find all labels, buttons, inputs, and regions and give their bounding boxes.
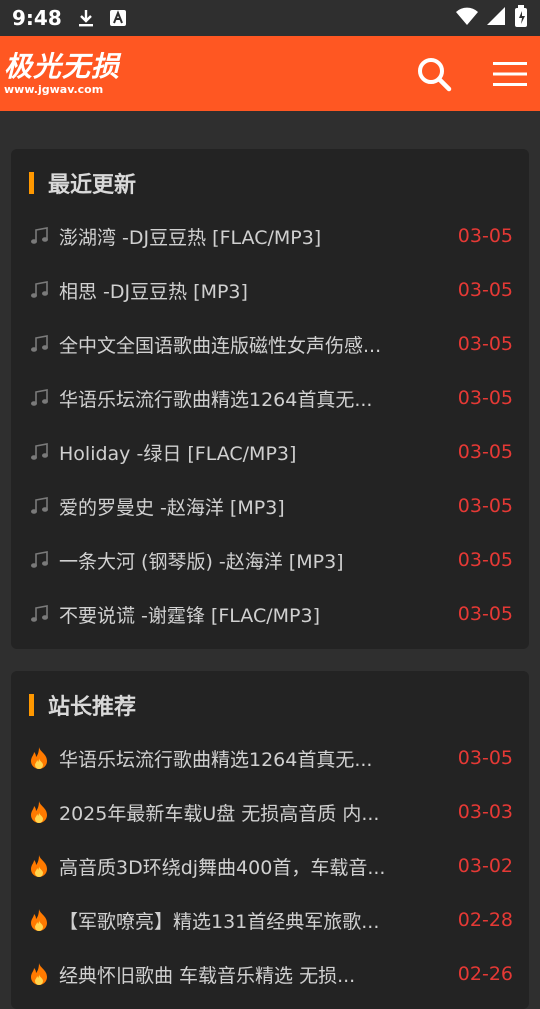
list-item[interactable]: 一条大河 (钢琴版) -赵海洋 [MP3] 03-05: [29, 533, 513, 587]
music-note-icon: [29, 226, 53, 246]
item-date: 03-05: [457, 279, 513, 301]
recent-list: 澎湖湾 -DJ豆豆热 [FLAC/MP3] 03-05 相思 -DJ豆豆热 [MP…: [29, 209, 513, 641]
item-date: 03-05: [457, 603, 513, 625]
item-title: 不要说谎 -谢霆锋 [FLAC/MP3]: [59, 604, 320, 627]
recommend-list: 华语乐坛流行歌曲精选1264首真无... 03-05 2025年最新车载U盘 无损…: [29, 731, 513, 1001]
music-note-icon: [29, 388, 53, 408]
logo-title: 极光无损: [4, 49, 121, 83]
music-note-icon: [29, 604, 53, 624]
fire-icon: [29, 800, 53, 824]
signal-icon: [486, 6, 506, 31]
list-item[interactable]: 【军歌嘹亮】精选131首经典军旅歌... 02-28: [29, 893, 513, 947]
item-date: 03-05: [457, 333, 513, 355]
item-title: 爱的罗曼史 -赵海洋 [MP3]: [59, 496, 285, 519]
site-logo[interactable]: 极光无损 www.jgwav.com: [4, 49, 121, 96]
item-date: 03-05: [457, 495, 513, 517]
list-item[interactable]: 不要说谎 -谢霆锋 [FLAC/MP3] 03-05: [29, 587, 513, 641]
item-title: 澎湖湾 -DJ豆豆热 [FLAC/MP3]: [59, 226, 322, 249]
music-note-icon: [29, 334, 53, 354]
list-item[interactable]: 澎湖湾 -DJ豆豆热 [FLAC/MP3] 03-05: [29, 209, 513, 263]
music-note-icon: [29, 280, 53, 300]
section-title-text: 最近更新: [48, 173, 137, 198]
item-title: 相思 -DJ豆豆热 [MP3]: [59, 280, 248, 303]
list-item[interactable]: 经典怀旧歌曲 车载音乐精选 无损... 02-26: [29, 947, 513, 1001]
font-a-icon: [108, 8, 128, 28]
music-note-icon: [29, 496, 53, 516]
section-accent-bar: [29, 172, 34, 194]
item-title: 2025年最新车载U盘 无损高音质 内...: [59, 802, 380, 825]
search-icon[interactable]: [416, 56, 452, 92]
main-content: 最近更新 澎湖湾 -DJ豆豆热 [FLAC/MP3] 03-05 相思 -DJ豆豆…: [0, 111, 540, 1009]
section-title: 最近更新: [29, 163, 513, 203]
item-title: 华语乐坛流行歌曲精选1264首真无...: [59, 748, 373, 771]
item-title: 华语乐坛流行歌曲精选1264首真无...: [59, 388, 373, 411]
list-item[interactable]: 爱的罗曼史 -赵海洋 [MP3] 03-05: [29, 479, 513, 533]
list-item[interactable]: 全中文全国语歌曲连版磁性女声伤感... 03-05: [29, 317, 513, 371]
download-icon: [76, 8, 96, 28]
section-title-text: 站长推荐: [48, 695, 137, 720]
list-item[interactable]: 2025年最新车载U盘 无损高音质 内... 03-03: [29, 785, 513, 839]
fire-icon: [29, 908, 53, 932]
item-title: 高音质3D环绕dj舞曲400首，车载音...: [59, 856, 386, 879]
music-note-icon: [29, 550, 53, 570]
section-accent-bar: [29, 694, 34, 716]
logo-url: www.jgwav.com: [4, 82, 104, 96]
recent-updates-card: 最近更新 澎湖湾 -DJ豆豆热 [FLAC/MP3] 03-05 相思 -DJ豆豆…: [11, 149, 529, 649]
item-date: 03-05: [457, 441, 513, 463]
item-date: 03-05: [457, 387, 513, 409]
wifi-icon: [456, 6, 478, 31]
item-date: 03-03: [457, 801, 513, 823]
status-bar: 9:48: [0, 0, 540, 36]
item-date: 03-05: [457, 549, 513, 571]
app-header: 极光无损 www.jgwav.com: [0, 36, 540, 111]
item-title: 【军歌嘹亮】精选131首经典军旅歌...: [59, 910, 380, 933]
item-date: 03-02: [457, 855, 513, 877]
recommend-card: 站长推荐 华语乐坛流行歌曲精选1264首真无... 03-05 2025年最新车载…: [11, 671, 529, 1009]
item-title: 一条大河 (钢琴版) -赵海洋 [MP3]: [59, 550, 344, 573]
section-title: 站长推荐: [29, 685, 513, 725]
fire-icon: [29, 962, 53, 986]
list-item[interactable]: 高音质3D环绕dj舞曲400首，车载音... 03-02: [29, 839, 513, 893]
item-date: 03-05: [457, 747, 513, 769]
music-note-icon: [29, 442, 53, 462]
battery-icon: [514, 4, 528, 32]
item-date: 02-26: [457, 963, 513, 985]
item-date: 03-05: [457, 225, 513, 247]
item-title: 经典怀旧歌曲 车载音乐精选 无损...: [59, 964, 356, 987]
item-title: Holiday -绿日 [FLAC/MP3]: [59, 442, 297, 465]
item-date: 02-28: [457, 909, 513, 931]
list-item[interactable]: 华语乐坛流行歌曲精选1264首真无... 03-05: [29, 371, 513, 425]
status-time: 9:48: [12, 6, 62, 30]
item-title: 全中文全国语歌曲连版磁性女声伤感...: [59, 334, 382, 357]
list-item[interactable]: Holiday -绿日 [FLAC/MP3] 03-05: [29, 425, 513, 479]
fire-icon: [29, 854, 53, 878]
fire-icon: [29, 746, 53, 770]
menu-icon[interactable]: [492, 56, 528, 92]
list-item[interactable]: 相思 -DJ豆豆热 [MP3] 03-05: [29, 263, 513, 317]
list-item[interactable]: 华语乐坛流行歌曲精选1264首真无... 03-05: [29, 731, 513, 785]
